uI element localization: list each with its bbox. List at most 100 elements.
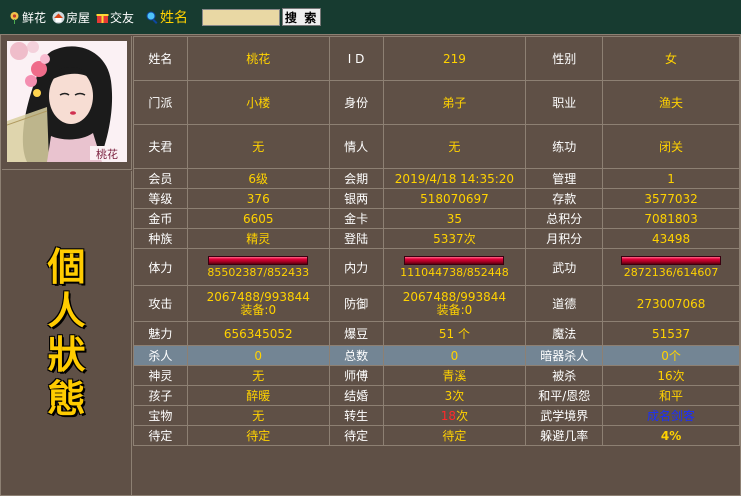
name-label: 姓名	[133, 36, 188, 81]
mp-label: 内力	[328, 248, 384, 286]
spirit-label: 神灵	[133, 365, 188, 386]
morality-value: 273007068	[602, 285, 740, 322]
rebirth-number: 18	[440, 409, 457, 423]
silver-label: 银两	[328, 188, 384, 209]
defense-value: 2067488/993844	[402, 289, 507, 304]
identity-label: 身份	[328, 80, 384, 125]
gender-value: 女	[602, 36, 740, 81]
race-value: 精灵	[186, 228, 330, 249]
child-value[interactable]: 醉暖	[186, 385, 330, 406]
rebirth-unit: 次	[456, 409, 469, 423]
job-label: 职业	[525, 80, 604, 125]
master-value[interactable]: 青溪	[382, 365, 527, 386]
training-value: 闭关	[602, 124, 740, 169]
login-value: 5337次	[382, 228, 527, 249]
martial-value: 2872136/614607	[623, 265, 719, 279]
morality-label: 道德	[525, 285, 604, 322]
top-navigation-bar: 鲜花 房屋 交友 姓名 搜 索	[0, 0, 741, 34]
killed-value: 16次	[602, 365, 740, 386]
table-row: 金币 6605 金卡 35 总积分 7081803	[133, 208, 740, 229]
table-row: 孩子 醉暖 结婚 3次 和平/恩怨 和平	[133, 385, 740, 406]
id-label: I D	[328, 36, 384, 81]
member-value: 6级	[186, 168, 330, 189]
lover-label: 情人	[328, 124, 384, 169]
dodge-label: 躲避几率	[525, 425, 604, 446]
deposit-value: 3577032	[602, 188, 740, 209]
total-label: 总数	[328, 345, 384, 366]
nav-flowers[interactable]: 鲜花	[8, 9, 46, 26]
peace-value: 和平	[602, 385, 740, 406]
table-row: 种族 精灵 登陆 5337次 月积分 43498	[133, 228, 740, 249]
status-title-cell: 個 人 狀 態	[2, 171, 132, 495]
hidden-kills-value: 0个	[602, 345, 740, 366]
hidden-kills-label: 暗器杀人	[525, 345, 604, 366]
sect-label: 门派	[133, 80, 188, 125]
table-row: 攻击 2067488/993844 装备:0 防御 2067488/993844 装…	[133, 285, 740, 322]
table-row: 会员 6级 会期 2019/4/18 14:35:20 管理 1	[133, 168, 740, 189]
gold-value: 6605	[186, 208, 330, 229]
realm-value: 成名剑客	[647, 409, 696, 423]
realm-label: 武学境界	[525, 405, 604, 426]
stats-table: 姓名 桃花 I D 219 性别 女 门派 小楼 身份 弟子 职业 渔夫 夫君 …	[133, 36, 740, 446]
month-points-label: 月积分	[525, 228, 604, 249]
nav-name-search[interactable]: 姓名	[146, 7, 188, 27]
house-icon	[52, 11, 65, 24]
kills-label: 杀人	[133, 345, 188, 366]
manage-value: 1	[602, 168, 740, 189]
id-value: 219	[382, 36, 527, 81]
mp-bar	[404, 255, 505, 265]
defense-label: 防御	[328, 285, 384, 322]
nav-friends[interactable]: 交友	[96, 9, 134, 26]
search-button[interactable]: 搜 索	[282, 8, 322, 26]
attack-label: 攻击	[133, 285, 188, 322]
magic-label: 魔法	[525, 321, 604, 346]
table-row: 体力 85502387/852433 内力 111044738/852448 武…	[133, 248, 740, 286]
profile-panel: 桃花 個 人 狀 態 姓名 桃花 I D 219 性别 女 门派 小楼 身份 弟…	[0, 34, 741, 496]
nav-house[interactable]: 房屋	[52, 9, 90, 26]
sect-value: 小楼	[186, 80, 330, 125]
table-row: 门派 小楼 身份 弟子 职业 渔夫	[133, 80, 740, 125]
avatar: 桃花	[7, 41, 127, 162]
table-row: 夫君 无 情人 无 练功 闭关	[133, 124, 740, 169]
hp-value: 85502387/852433	[207, 265, 310, 279]
avatar-cell: 桃花	[2, 36, 132, 170]
term-value: 2019/4/18 14:35:20	[382, 168, 527, 189]
spirit-value: 无	[186, 365, 330, 386]
table-row: 等级 376 银两 518070697 存款 3577032	[133, 188, 740, 209]
peace-label: 和平/恩怨	[525, 385, 604, 406]
attack-value: 2067488/993844	[206, 289, 310, 304]
training-label: 练功	[525, 124, 604, 169]
kills-value: 0	[186, 345, 330, 366]
martial-label: 武功	[525, 248, 604, 286]
marriage-value: 3次	[382, 385, 527, 406]
table-row: 宝物 无 转生 18次 武学境界 成名剑客	[133, 405, 740, 426]
table-row: 杀人 0 总数 0 暗器杀人 0个	[133, 345, 740, 366]
killed-label: 被杀	[525, 365, 604, 386]
defense-equip: 装备:0	[436, 302, 473, 317]
silver-value: 518070697	[382, 188, 527, 209]
pending2-label: 待定	[328, 425, 384, 446]
marriage-label: 结婚	[328, 385, 384, 406]
nav-name-label: 姓名	[160, 10, 189, 26]
table-row: 神灵 无 师傅 青溪 被杀 16次	[133, 365, 740, 386]
avatar-caption: 桃花	[96, 147, 118, 161]
level-value: 376	[186, 188, 330, 209]
hp-label: 体力	[133, 248, 188, 286]
deposit-label: 存款	[525, 188, 604, 209]
search-input[interactable]	[202, 8, 281, 26]
rebirth-label: 转生	[328, 405, 384, 426]
pending1-value: 待定	[186, 425, 330, 446]
term-label: 会期	[328, 168, 384, 189]
charm-label: 魅力	[133, 321, 188, 346]
status-title: 個 人 狀 態	[47, 245, 85, 421]
gender-label: 性别	[525, 36, 604, 81]
martial-bar	[621, 255, 722, 265]
beans-label: 爆豆	[328, 321, 384, 346]
name-value: 桃花	[186, 36, 330, 81]
pending2-value: 待定	[382, 425, 527, 446]
month-points-value: 43498	[602, 228, 740, 249]
status-title-char: 個	[47, 244, 86, 289]
status-title-char: 狀	[47, 332, 86, 377]
mp-value: 111044738/852448	[400, 265, 509, 279]
total-value: 0	[382, 345, 527, 366]
